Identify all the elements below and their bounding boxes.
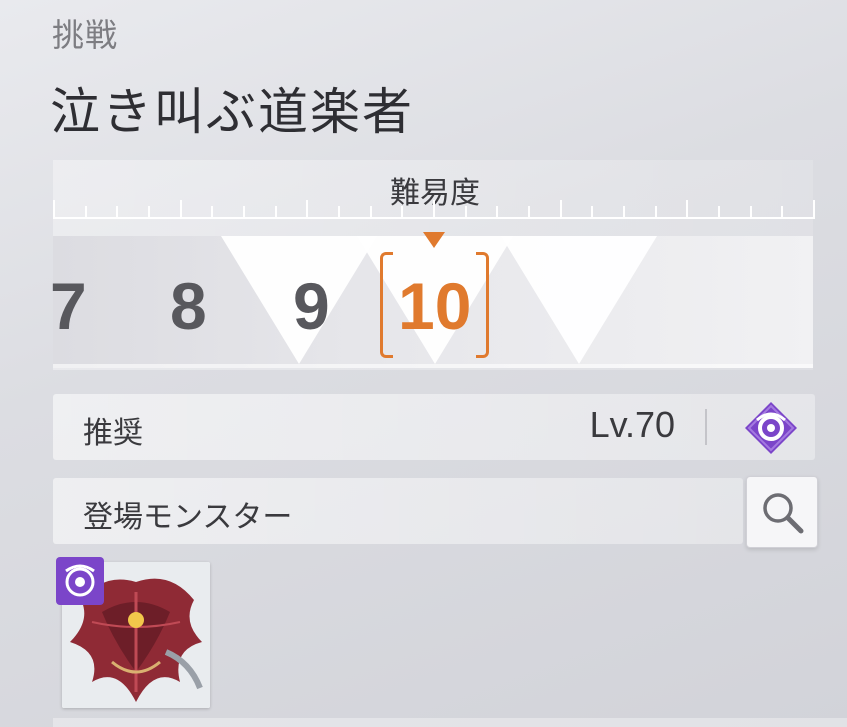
ruler-tick: [275, 206, 277, 218]
monster-row: 登場モンスター: [53, 478, 743, 544]
ruler-tick: [53, 200, 55, 218]
bottom-panel-edge: [53, 718, 847, 727]
difficulty-ruler: [53, 200, 815, 219]
recommended-level: Lv.70: [589, 404, 675, 445]
ruler-tick: [781, 206, 783, 218]
ruler-tick: [528, 206, 530, 218]
ruler-tick: [496, 206, 498, 218]
ruler-tick: [465, 206, 467, 218]
ruler-tick: [591, 206, 593, 218]
challenge-category: 挑戦: [52, 16, 119, 54]
element-icon[interactable]: [743, 400, 799, 456]
monster-label: 登場モンスター: [83, 500, 293, 535]
ruler-tick: [813, 200, 815, 218]
ruler-tick: [85, 206, 87, 218]
ruler-tick: [243, 206, 245, 218]
ruler-tick: [686, 200, 688, 218]
monster-element-badge: [56, 557, 104, 605]
difficulty-level-8[interactable]: 8: [170, 268, 207, 344]
ruler-tick: [655, 206, 657, 218]
selected-bracket-right: [476, 252, 489, 358]
difficulty-pointer-icon: [423, 232, 445, 248]
quest-title: 泣き叫ぶ道楽者: [50, 83, 414, 141]
ruler-tick: [718, 206, 720, 218]
search-button[interactable]: [746, 476, 818, 548]
decorative-triangle: [501, 236, 657, 364]
difficulty-level-7[interactable]: 7: [50, 268, 87, 344]
difficulty-level-10[interactable]: 10: [398, 268, 471, 344]
ruler-tick: [116, 206, 118, 218]
ruler-tick: [338, 206, 340, 218]
search-icon: [763, 493, 804, 534]
difficulty-level-9[interactable]: 9: [293, 268, 330, 344]
selected-bracket-left: [380, 252, 393, 358]
row-separator: [705, 409, 707, 445]
ruler-tick: [750, 206, 752, 218]
ruler-tick: [370, 206, 372, 218]
ruler-tick: [560, 200, 562, 218]
ruler-tick: [211, 206, 213, 218]
ruler-tick: [180, 200, 182, 218]
recommended-row: 推奨 Lv.70: [53, 394, 815, 460]
ruler-tick: [623, 206, 625, 218]
ruler-tick: [433, 200, 435, 218]
ruler-tick: [306, 200, 308, 218]
ruler-tick: [148, 206, 150, 218]
purple-element-badge-icon: [65, 564, 95, 597]
recommended-label: 推奨: [83, 416, 143, 451]
ruler-tick: [401, 206, 403, 218]
